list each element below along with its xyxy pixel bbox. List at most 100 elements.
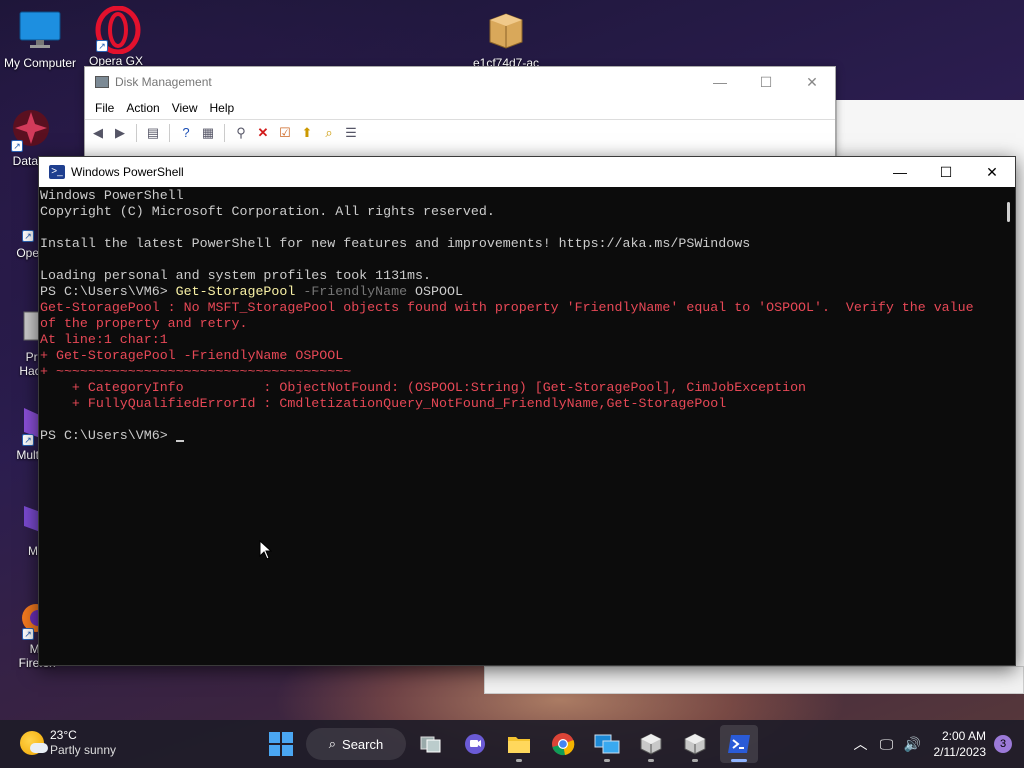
- console-line: Get-StoragePool : No MSFT_StoragePool ob…: [40, 300, 999, 316]
- remote-desktop-button[interactable]: [588, 725, 626, 763]
- weather-widget[interactable]: 23°C Partly sunny: [20, 728, 116, 758]
- console-line: + ~~~~~~~~~~~~~~~~~~~~~~~~~~~~~~~~~~~~~: [40, 364, 999, 380]
- console-line: Loading personal and system profiles too…: [40, 268, 999, 284]
- task-view-button[interactable]: [412, 725, 450, 763]
- shortcut-arrow-icon: ↗: [22, 230, 34, 242]
- clock[interactable]: 2:00 AM 2/11/2023: [934, 728, 987, 760]
- disk-management-app-icon: [95, 76, 109, 88]
- background-window-edge: [484, 666, 1024, 694]
- delete-icon[interactable]: ✕: [254, 124, 272, 142]
- file-explorer-button[interactable]: [500, 725, 538, 763]
- datawrapper-icon: ↗: [9, 106, 53, 152]
- console-text: + ~~~~~~~~~~~~~~~~~~~~~~~~~~~~~~~~~~~~~: [40, 364, 352, 379]
- console-text: PS C:\Users\VM6>: [40, 284, 176, 299]
- powershell-taskbar-button[interactable]: [720, 725, 758, 763]
- properties-pane-icon[interactable]: ▦: [199, 124, 217, 142]
- console-text: Get-StoragePool : No MSFT_StoragePool ob…: [40, 300, 974, 315]
- chevron-up-icon[interactable]: ︿: [848, 734, 874, 754]
- taskbar: 23°C Partly sunny ⌕ Search ︿ 🖵 🔊 2:00 AM…: [0, 720, 1024, 768]
- chrome-icon: [552, 733, 575, 756]
- disk-management-window[interactable]: Disk Management — ☐ ✕ File Action View H…: [84, 66, 836, 160]
- desktop-icon-archive[interactable]: e1cf74d7-ac: [466, 8, 546, 70]
- chat-icon: [465, 734, 485, 754]
- check-icon[interactable]: ☑: [276, 124, 294, 142]
- shortcut-arrow-icon: ↗: [11, 140, 23, 152]
- desktop-icon-opera-gx[interactable]: ↗ Opera GX: [76, 5, 156, 68]
- console-text: of the property and retry.: [40, 316, 248, 331]
- window-title: Disk Management: [115, 75, 212, 89]
- connect-drive-icon[interactable]: ⚲: [232, 124, 250, 142]
- console-line: + CategoryInfo : ObjectNotFound: (OSPOOL…: [40, 380, 999, 396]
- console-scrollbar[interactable]: [999, 188, 1015, 665]
- minimize-button[interactable]: —: [697, 67, 743, 97]
- console-line: At line:1 char:1: [40, 332, 999, 348]
- monitor-icon: [18, 8, 62, 52]
- console-text: + FullyQualifiedErrorId : CmdletizationQ…: [40, 396, 727, 411]
- windows-logo-icon: [269, 732, 293, 756]
- folder-icon: [508, 737, 530, 753]
- package-box-icon: [484, 8, 528, 52]
- window-title: Windows PowerShell: [71, 165, 184, 179]
- console-text: + Get-StoragePool -FriendlyName OSPOOL: [40, 348, 344, 363]
- text-cursor: [175, 440, 184, 442]
- console-output[interactable]: Windows PowerShell Copyright (C) Microsof…: [39, 188, 999, 665]
- close-button[interactable]: ✕: [969, 157, 1015, 187]
- console-line: PS C:\Users\VM6> Get-StoragePool -Friend…: [40, 284, 999, 300]
- console-line: Install the latest PowerShell for new fe…: [40, 236, 999, 252]
- powershell-icon: [728, 735, 750, 753]
- weather-temperature: 23°C: [50, 728, 77, 742]
- console-text: Windows PowerShell: [40, 188, 184, 203]
- powershell-window[interactable]: >_ Windows PowerShell — ☐ ✕ Windows Powe…: [38, 156, 1016, 666]
- remote-desktop-icon: [594, 734, 620, 754]
- console-text: + CategoryInfo : ObjectNotFound: (OSPOOL…: [40, 380, 807, 395]
- console-line: + Get-StoragePool -FriendlyName OSPOOL: [40, 348, 999, 364]
- minimize-button[interactable]: —: [877, 157, 923, 187]
- start-button[interactable]: [262, 725, 300, 763]
- vm-cube-icon: [684, 733, 706, 755]
- back-arrow-icon[interactable]: ◀: [89, 124, 107, 142]
- scrollbar-thumb[interactable]: [1007, 202, 1010, 222]
- virtual-machine-button-1[interactable]: [632, 725, 670, 763]
- menu-file[interactable]: File: [89, 101, 120, 115]
- close-button[interactable]: ✕: [789, 67, 835, 97]
- console-line: Copyright (C) Microsoft Corporation. All…: [40, 204, 999, 220]
- menu-view[interactable]: View: [166, 101, 204, 115]
- maximize-button[interactable]: ☐: [743, 67, 789, 97]
- properties-icon[interactable]: ☰: [342, 124, 360, 142]
- teams-chat-button[interactable]: [456, 725, 494, 763]
- disk-management-titlebar[interactable]: Disk Management — ☐ ✕: [85, 67, 835, 97]
- menu-action[interactable]: Action: [120, 101, 165, 115]
- toolbar-separator: [224, 123, 225, 142]
- menu-help[interactable]: Help: [204, 101, 241, 115]
- help-icon[interactable]: ?: [177, 124, 195, 142]
- show-hide-console-tree-icon[interactable]: ▤: [144, 124, 162, 142]
- forward-arrow-icon[interactable]: ▶: [111, 124, 129, 142]
- taskbar-apps: ⌕ Search: [262, 724, 758, 764]
- console-text: PS C:\Users\VM6>: [40, 428, 176, 443]
- toolbar-separator: [136, 123, 137, 142]
- notification-badge[interactable]: 3: [994, 735, 1012, 753]
- console-text: OSPOOL: [407, 284, 463, 299]
- search-label: Search: [342, 736, 384, 752]
- desktop-icon-my-computer[interactable]: My Computer: [0, 8, 80, 70]
- search-icon: ⌕: [328, 736, 337, 751]
- vm-cube-icon: [640, 733, 662, 755]
- speaker-icon[interactable]: 🔊: [900, 736, 926, 753]
- chrome-button[interactable]: [544, 725, 582, 763]
- powershell-icon: >_: [49, 165, 65, 179]
- virtual-machine-button-2[interactable]: [676, 725, 714, 763]
- search-folder-icon[interactable]: ⌕: [320, 124, 338, 142]
- console-line: + FullyQualifiedErrorId : CmdletizationQ…: [40, 396, 999, 412]
- folder-up-icon[interactable]: ⬆: [298, 124, 316, 142]
- powershell-titlebar[interactable]: >_ Windows PowerShell — ☐ ✕: [39, 157, 1015, 187]
- shortcut-arrow-icon: ↗: [96, 40, 108, 52]
- maximize-button[interactable]: ☐: [923, 157, 969, 187]
- menu-bar: File Action View Help: [85, 97, 835, 119]
- console-text: Get-StoragePool: [175, 284, 296, 299]
- system-tray: ︿ 🖵 🔊 2:00 AM 2/11/2023 3: [848, 720, 1024, 768]
- network-icon[interactable]: 🖵: [874, 736, 900, 753]
- search-button[interactable]: ⌕ Search: [306, 728, 406, 760]
